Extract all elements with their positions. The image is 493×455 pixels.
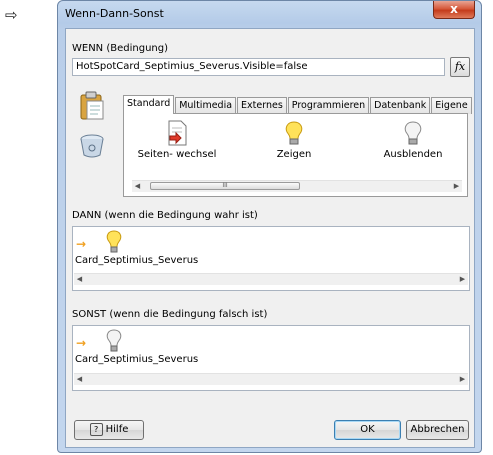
tab-externes[interactable]: Externes	[237, 97, 287, 114]
tab-programmieren[interactable]: Programmieren	[287, 97, 370, 114]
sonst-scrollbar[interactable]: ◀ ▶	[74, 373, 468, 385]
dann-panel[interactable]: → Card_Septimius_Severus ◀ ▶	[72, 226, 470, 291]
tool-pane: Seiten- wechsel Zeigen Ausblenden ◀ III	[123, 113, 468, 197]
tool-page-change-label: Seiten- wechsel	[137, 149, 217, 160]
dialog-client-area: WENN (Bedingung) HotSpotCard_Septimius_S…	[65, 28, 475, 448]
dann-label: DANN (wenn die Bedingung wahr ist)	[72, 210, 258, 221]
tool-show[interactable]: Zeigen	[254, 120, 334, 160]
sonst-scroll-left-icon[interactable]: ◀	[74, 374, 85, 385]
dann-scroll-left-icon[interactable]: ◀	[74, 274, 85, 285]
scroll-right-icon[interactable]: ▶	[451, 181, 462, 192]
recycle-bin-icon[interactable]	[78, 133, 106, 159]
wenn-label: WENN (Bedingung)	[72, 43, 168, 54]
ok-button-label: OK	[360, 424, 375, 435]
outer-arrow-icon: ⇨	[5, 6, 18, 24]
paste-icon[interactable]	[78, 91, 106, 121]
cancel-button-label: Abbrechen	[410, 424, 465, 435]
fx-button[interactable]: fx	[450, 57, 470, 77]
sonst-scroll-right-icon[interactable]: ▶	[457, 374, 468, 385]
help-icon: ?	[89, 422, 103, 436]
dann-scrollbar[interactable]: ◀ ▶	[74, 273, 468, 285]
sonst-panel[interactable]: → Card_Septimius_Severus ◀ ▶	[72, 325, 470, 391]
sonst-bulb-off-icon	[106, 329, 122, 352]
sonst-label: SONST (wenn die Bedingung falsch ist)	[72, 309, 268, 320]
help-button-label: Hilfe	[105, 424, 129, 435]
tool-show-label: Zeigen	[276, 149, 312, 160]
condition-input[interactable]: HotSpotCard_Septimius_Severus.Visible=fa…	[72, 58, 445, 76]
tool-pane-scrollbar[interactable]: ◀ III ▶	[132, 180, 462, 192]
fx-icon: fx	[454, 60, 466, 73]
dialog-window: Wenn-Dann-Sonst x WENN (Bedingung) HotSp…	[57, 0, 482, 453]
bulb-off-icon	[404, 121, 422, 145]
scroll-thumb[interactable]: III	[150, 182, 300, 190]
cancel-button[interactable]: Abbrechen	[406, 420, 469, 440]
ok-button[interactable]: OK	[334, 420, 401, 440]
help-button[interactable]: ? Hilfe	[74, 420, 144, 440]
scroll-thumb-grip: III	[222, 182, 228, 189]
dann-item-label[interactable]: Card_Septimius_Severus	[75, 255, 198, 266]
page-change-icon	[168, 120, 187, 146]
condition-value: HotSpotCard_Septimius_Severus.Visible=fa…	[76, 61, 308, 72]
close-button[interactable]: x	[433, 1, 475, 19]
tool-tabs: Standard Multimedia Externes Programmieren D…	[123, 95, 473, 114]
sonst-item-label[interactable]: Card_Septimius_Severus	[75, 354, 198, 365]
dann-arrow-icon: →	[76, 237, 87, 251]
tab-eigene[interactable]: Eigene	[431, 97, 472, 114]
sonst-arrow-icon: →	[76, 336, 87, 350]
tab-multimedia[interactable]: Multimedia	[175, 97, 237, 114]
dann-scroll-right-icon[interactable]: ▶	[457, 274, 468, 285]
tool-hide-label: Ausblenden	[383, 149, 443, 160]
dann-bulb-on-icon	[106, 230, 122, 253]
window-title: Wenn-Dann-Sonst	[65, 7, 164, 20]
scroll-left-icon[interactable]: ◀	[132, 181, 143, 192]
tab-datenbank[interactable]: Datenbank	[370, 97, 431, 114]
bulb-on-icon	[285, 121, 303, 145]
tool-page-change[interactable]: Seiten- wechsel	[132, 120, 222, 160]
tab-standard[interactable]: Standard	[123, 95, 175, 114]
tool-hide[interactable]: Ausblenden	[368, 120, 458, 160]
close-icon: x	[450, 2, 458, 16]
